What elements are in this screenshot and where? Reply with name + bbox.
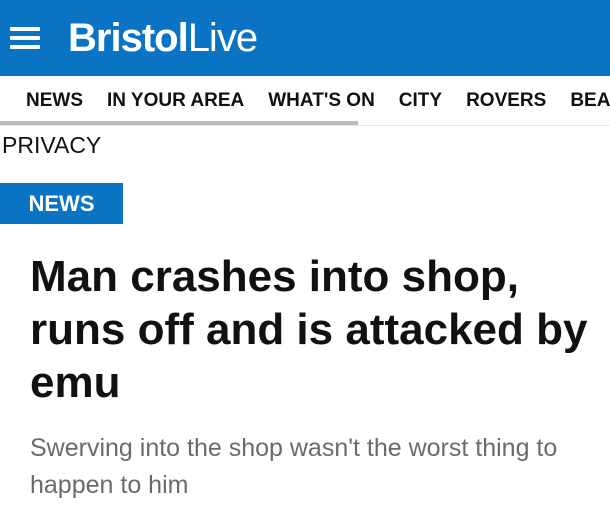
menu-icon-line xyxy=(10,27,40,31)
nav-item-city[interactable]: CITY xyxy=(399,90,442,112)
nav-item-bea[interactable]: BEA xyxy=(570,90,610,112)
privacy-link[interactable]: PRIVACY xyxy=(0,130,610,160)
section-nav: NEWS IN YOUR AREA WHAT'S ON CITY ROVERS … xyxy=(0,76,610,126)
nav-item-in-your-area[interactable]: IN YOUR AREA xyxy=(107,90,244,112)
menu-icon-line xyxy=(10,36,40,40)
logo-light-text: Live xyxy=(187,16,258,60)
nav-scroll-indicator[interactable] xyxy=(0,121,358,125)
site-header: BristolLive xyxy=(0,0,610,76)
logo-bold-text: Bristol xyxy=(68,16,189,60)
nav-item-whats-on[interactable]: WHAT'S ON xyxy=(268,90,375,112)
menu-icon[interactable] xyxy=(10,27,40,49)
category-badge[interactable]: NEWS xyxy=(0,183,123,224)
nav-item-rovers[interactable]: ROVERS xyxy=(466,90,546,112)
article-standfirst: Swerving into the shop wasn't the worst … xyxy=(30,434,558,499)
menu-icon-line xyxy=(10,45,40,49)
nav-item-news[interactable]: NEWS xyxy=(26,90,83,112)
article-headline: Man crashes into shop, runs off and is a… xyxy=(30,252,588,407)
site-logo[interactable]: BristolLive xyxy=(68,16,258,60)
